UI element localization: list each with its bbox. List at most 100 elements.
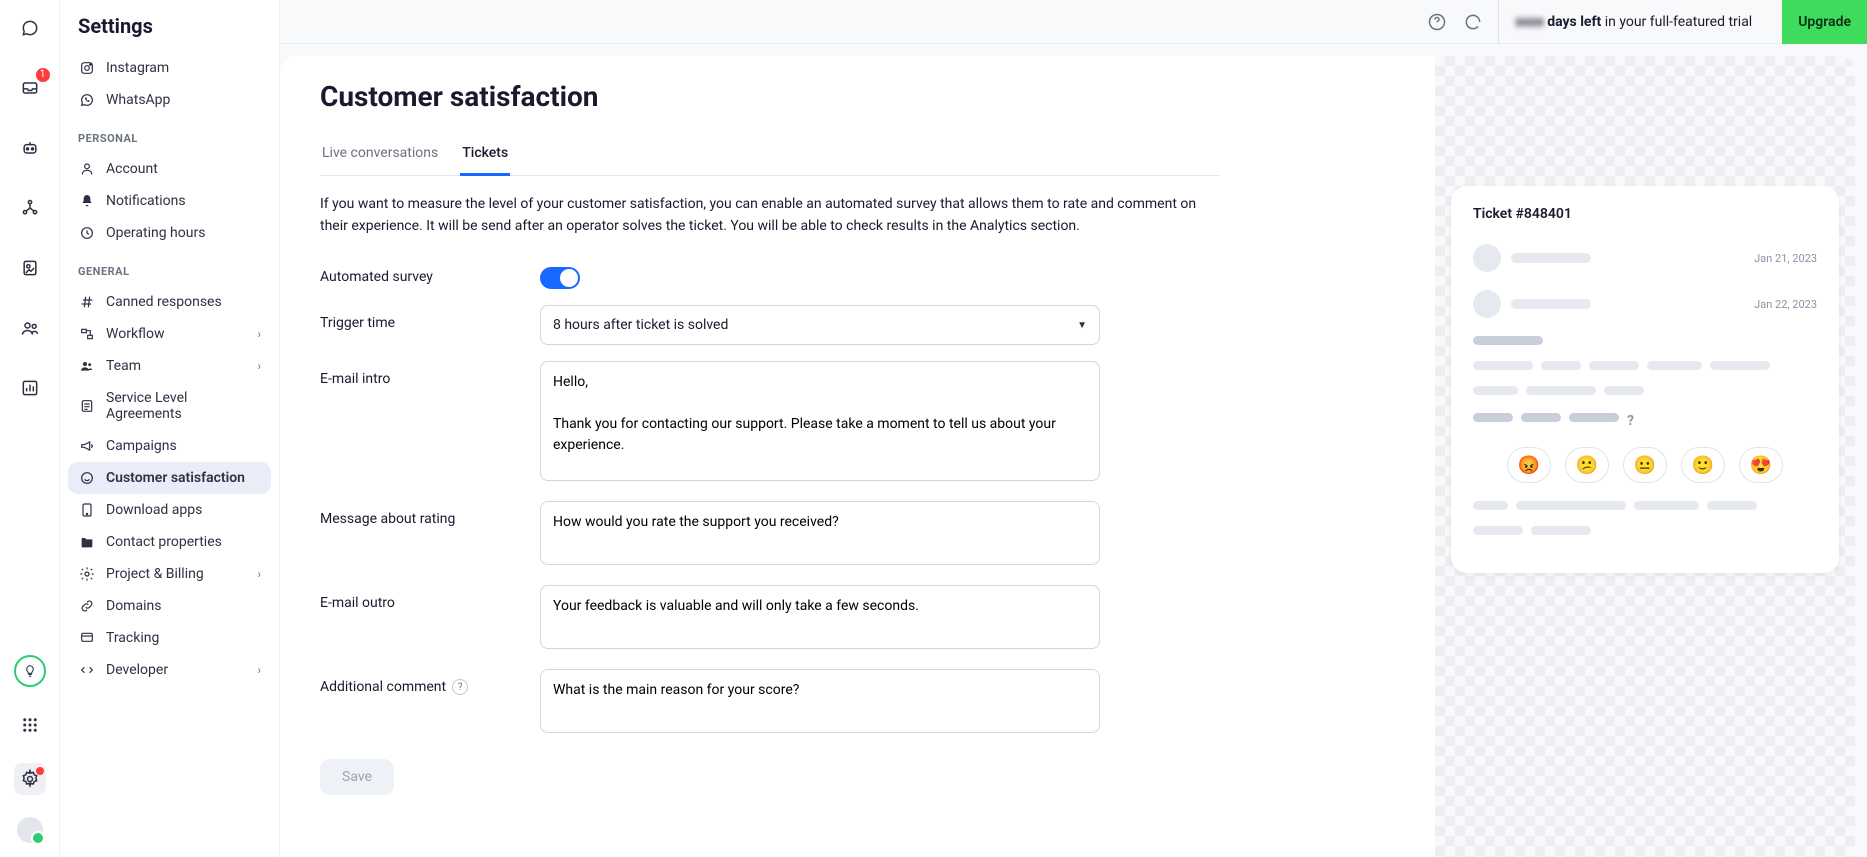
sidebar-item-label: Instagram: [106, 60, 169, 76]
rail-contacts-icon[interactable]: [14, 312, 46, 344]
settings-main-panel: Customer satisfaction Live conversations…: [280, 56, 1435, 857]
sidebar-item-canned-responses[interactable]: Canned responses: [68, 286, 271, 318]
sidebar-item-operating-hours[interactable]: Operating hours: [68, 217, 271, 249]
preview-question-mark: ?: [1627, 413, 1634, 429]
rail-apps-icon[interactable]: [14, 709, 46, 741]
input-email-intro[interactable]: [540, 361, 1100, 481]
help-tooltip-icon[interactable]: ?: [452, 679, 468, 695]
rail-home-icon[interactable]: [14, 12, 46, 44]
sidebar-item-label: Service Level Agreements: [106, 390, 261, 422]
sidebar-section-personal: PERSONAL: [68, 116, 271, 153]
select-trigger-time[interactable]: 8 hours after ticket is solved ▼: [540, 305, 1100, 345]
rating-emoji-2[interactable]: 😕: [1565, 447, 1609, 483]
settings-sidebar: Settings Instagram WhatsApp PERSONAL Acc…: [60, 0, 280, 857]
rating-emoji-1[interactable]: 😡: [1507, 447, 1551, 483]
sidebar-item-label: Contact properties: [106, 534, 222, 550]
rail-tips-icon[interactable]: [14, 655, 46, 687]
rating-emoji-3[interactable]: 😐: [1623, 447, 1667, 483]
sidebar-item-project-billing[interactable]: Project & Billing ›: [68, 558, 271, 590]
preview-intro-skeleton: [1473, 336, 1817, 395]
sidebar-item-developer[interactable]: Developer ›: [68, 654, 271, 686]
preview-rating-emojis: 😡 😕 😐 🙂 😍: [1473, 447, 1817, 483]
rail-flows-icon[interactable]: [14, 192, 46, 224]
trial-status-text: xxxx days left in your full-featured tri…: [1498, 0, 1768, 44]
rail-inbox-icon[interactable]: 1: [14, 72, 46, 104]
rating-emoji-4[interactable]: 🙂: [1681, 447, 1725, 483]
sidebar-item-label: Account: [106, 161, 158, 177]
sidebar-item-contact-properties[interactable]: Contact properties: [68, 526, 271, 558]
input-additional-comment[interactable]: [540, 669, 1100, 733]
preview-panel: Ticket #848401 Jan 21, 2023 Jan 22, 2023: [1435, 56, 1855, 857]
nav-icon-rail: 1: [0, 0, 60, 857]
chevron-right-icon: ›: [257, 359, 261, 373]
sidebar-item-label: Project & Billing: [106, 566, 204, 582]
tab-tickets[interactable]: Tickets: [460, 137, 510, 176]
sidebar-item-label: Workflow: [106, 326, 165, 342]
sidebar-item-workflow[interactable]: Workflow ›: [68, 318, 271, 350]
tracking-icon: [78, 630, 96, 646]
preview-outro-skeleton: [1473, 501, 1817, 535]
label-rating-message: Message about rating: [320, 501, 540, 527]
sidebar-item-label: Operating hours: [106, 225, 205, 241]
label-email-intro: E-mail intro: [320, 361, 540, 387]
instagram-icon: [78, 60, 96, 76]
preview-date-1: Jan 21, 2023: [1754, 252, 1817, 265]
page-description: If you want to measure the level of your…: [320, 194, 1220, 237]
sidebar-item-tracking[interactable]: Tracking: [68, 622, 271, 654]
link-icon: [78, 598, 96, 614]
sidebar-item-customer-satisfaction[interactable]: Customer satisfaction: [68, 462, 271, 494]
download-icon: [78, 502, 96, 518]
settings-notification-dot: [36, 767, 44, 775]
name-placeholder: [1511, 299, 1591, 309]
preview-ticket-title: Ticket #848401: [1473, 206, 1817, 222]
sidebar-item-download-apps[interactable]: Download apps: [68, 494, 271, 526]
tabs-bar: Live conversations Tickets: [320, 137, 1220, 176]
sidebar-item-whatsapp[interactable]: WhatsApp: [68, 84, 271, 116]
rail-settings-icon[interactable]: [14, 763, 46, 795]
sidebar-item-account[interactable]: Account: [68, 153, 271, 185]
hash-icon: [78, 294, 96, 310]
page-title: Customer satisfaction: [320, 80, 1220, 113]
chevron-right-icon: ›: [257, 663, 261, 677]
chevron-right-icon: ›: [257, 567, 261, 581]
sidebar-item-label: Canned responses: [106, 294, 222, 310]
rating-emoji-5[interactable]: 😍: [1739, 447, 1783, 483]
label-additional-comment: Additional comment?: [320, 669, 540, 695]
preview-date-2: Jan 22, 2023: [1754, 298, 1817, 311]
avatar-placeholder: [1473, 244, 1501, 272]
rail-analytics-icon[interactable]: [14, 372, 46, 404]
clock-icon: [78, 225, 96, 241]
preview-message-row: Jan 22, 2023: [1473, 290, 1817, 318]
rail-bot-icon[interactable]: [14, 132, 46, 164]
select-trigger-time-value: 8 hours after ticket is solved: [553, 317, 728, 333]
sidebar-item-instagram[interactable]: Instagram: [68, 52, 271, 84]
toggle-automated-survey[interactable]: [540, 267, 580, 289]
name-placeholder: [1511, 253, 1591, 263]
avatar-placeholder: [1473, 290, 1501, 318]
refresh-icon[interactable]: [1462, 11, 1484, 33]
workflow-icon: [78, 326, 96, 342]
rail-inbox-badge: 1: [36, 68, 50, 82]
sidebar-item-notifications[interactable]: Notifications: [68, 185, 271, 217]
upgrade-button[interactable]: Upgrade: [1782, 0, 1867, 44]
tab-live-conversations[interactable]: Live conversations: [320, 137, 440, 176]
sidebar-item-domains[interactable]: Domains: [68, 590, 271, 622]
sidebar-item-label: Tracking: [106, 630, 159, 646]
input-rating-message[interactable]: [540, 501, 1100, 565]
help-icon[interactable]: [1426, 11, 1448, 33]
folder-icon: [78, 534, 96, 550]
sidebar-item-label: Developer: [106, 662, 168, 678]
sidebar-item-team[interactable]: Team›: [68, 350, 271, 382]
sidebar-item-campaigns[interactable]: Campaigns: [68, 430, 271, 462]
sidebar-item-sla[interactable]: Service Level Agreements: [68, 382, 271, 430]
label-trigger-time: Trigger time: [320, 305, 540, 331]
chevron-right-icon: ›: [257, 327, 261, 341]
sla-icon: [78, 398, 96, 414]
gear-icon: [78, 566, 96, 582]
save-button[interactable]: Save: [320, 759, 394, 795]
rail-user-avatar[interactable]: [17, 817, 43, 843]
sidebar-section-general: GENERAL: [68, 249, 271, 286]
input-email-outro[interactable]: [540, 585, 1100, 649]
preview-message-row: Jan 21, 2023: [1473, 244, 1817, 272]
rail-library-icon[interactable]: [14, 252, 46, 284]
